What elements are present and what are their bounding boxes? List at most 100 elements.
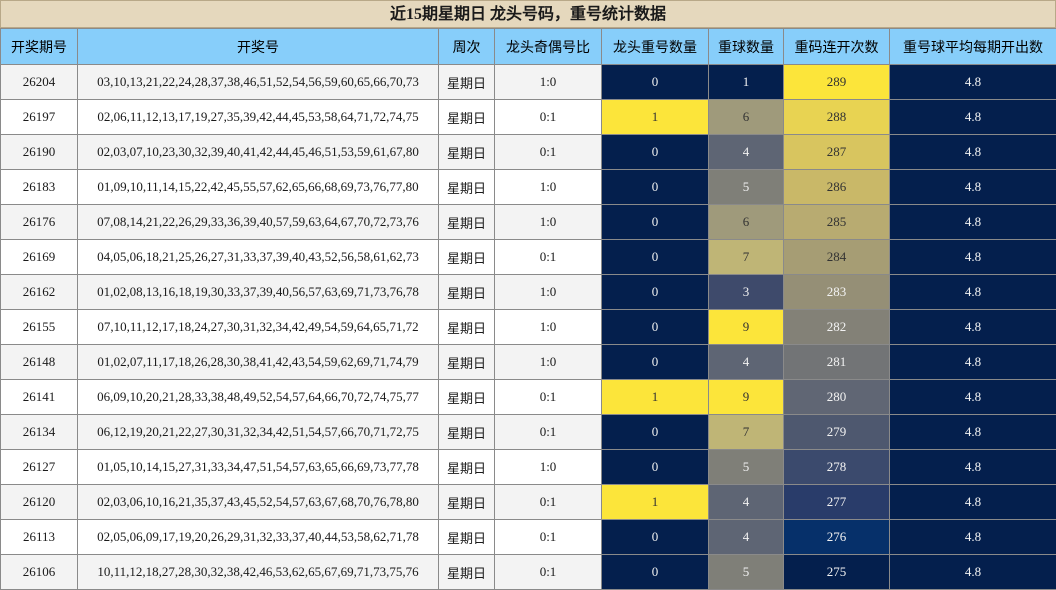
cell-repeat-balls: 4 (708, 519, 784, 555)
table-row: 26162 01,02,08,13,16,18,19,30,33,37,39,40… (0, 274, 1056, 310)
cell-head-repeat: 1 (601, 484, 709, 520)
cell-avg: 4.8 (889, 519, 1056, 555)
cell-avg: 4.8 (889, 204, 1056, 240)
cell-numbers: 01,05,10,14,15,27,31,33,34,47,51,54,57,6… (77, 449, 439, 485)
cell-head-repeat: 1 (601, 99, 709, 135)
cell-odd-even: 0:1 (494, 239, 602, 275)
cell-head-repeat: 1 (601, 379, 709, 415)
cell-odd-even: 0:1 (494, 379, 602, 415)
table-row: 26183 01,09,10,11,14,15,22,42,45,55,57,62… (0, 169, 1056, 205)
cell-weekday: 星期日 (438, 519, 495, 555)
header-repeat-balls: 重球数量 (708, 28, 784, 65)
cell-repeat-balls: 9 (708, 379, 784, 415)
cell-period: 26183 (0, 169, 78, 205)
cell-repeat-streak: 279 (783, 414, 890, 450)
cell-repeat-balls: 3 (708, 274, 784, 310)
cell-avg: 4.8 (889, 414, 1056, 450)
cell-numbers: 06,12,19,20,21,22,27,30,31,32,34,42,51,5… (77, 414, 439, 450)
cell-period: 26169 (0, 239, 78, 275)
cell-repeat-balls: 4 (708, 484, 784, 520)
cell-period: 26204 (0, 64, 78, 100)
cell-repeat-balls: 5 (708, 169, 784, 205)
cell-odd-even: 1:0 (494, 274, 602, 310)
cell-repeat-streak: 276 (783, 519, 890, 555)
cell-odd-even: 1:0 (494, 449, 602, 485)
cell-head-repeat: 0 (601, 169, 709, 205)
cell-weekday: 星期日 (438, 134, 495, 170)
cell-period: 26148 (0, 344, 78, 380)
cell-head-repeat: 0 (601, 414, 709, 450)
cell-weekday: 星期日 (438, 484, 495, 520)
cell-period: 26155 (0, 309, 78, 345)
cell-avg: 4.8 (889, 449, 1056, 485)
cell-avg: 4.8 (889, 379, 1056, 415)
cell-repeat-streak: 288 (783, 99, 890, 135)
cell-odd-even: 1:0 (494, 309, 602, 345)
cell-head-repeat: 0 (601, 554, 709, 590)
cell-numbers: 07,10,11,12,17,18,24,27,30,31,32,34,42,4… (77, 309, 439, 345)
cell-repeat-streak: 280 (783, 379, 890, 415)
cell-head-repeat: 0 (601, 309, 709, 345)
cell-period: 26134 (0, 414, 78, 450)
cell-repeat-balls: 4 (708, 344, 784, 380)
cell-weekday: 星期日 (438, 204, 495, 240)
header-repeat-streak: 重码连开次数 (783, 28, 890, 65)
cell-repeat-balls: 7 (708, 414, 784, 450)
cell-head-repeat: 0 (601, 519, 709, 555)
cell-weekday: 星期日 (438, 379, 495, 415)
cell-avg: 4.8 (889, 554, 1056, 590)
table-row: 26197 02,06,11,12,13,17,19,27,35,39,42,44… (0, 99, 1056, 135)
cell-numbers: 02,03,07,10,23,30,32,39,40,41,42,44,45,4… (77, 134, 439, 170)
cell-repeat-streak: 278 (783, 449, 890, 485)
cell-numbers: 02,05,06,09,17,19,20,26,29,31,32,33,37,4… (77, 519, 439, 555)
cell-repeat-streak: 281 (783, 344, 890, 380)
cell-avg: 4.8 (889, 99, 1056, 135)
cell-avg: 4.8 (889, 344, 1056, 380)
table-body: 26204 03,10,13,21,22,24,28,37,38,46,51,52… (0, 64, 1056, 590)
header-odd-even: 龙头奇偶号比 (494, 28, 602, 65)
cell-odd-even: 0:1 (494, 519, 602, 555)
cell-weekday: 星期日 (438, 169, 495, 205)
table-row: 26176 07,08,14,21,22,26,29,33,36,39,40,57… (0, 204, 1056, 240)
cell-repeat-streak: 282 (783, 309, 890, 345)
cell-numbers: 07,08,14,21,22,26,29,33,36,39,40,57,59,6… (77, 204, 439, 240)
cell-head-repeat: 0 (601, 64, 709, 100)
cell-repeat-balls: 7 (708, 239, 784, 275)
header-numbers: 开奖号 (77, 28, 439, 65)
header-head-repeat: 龙头重号数量 (601, 28, 709, 65)
cell-repeat-streak: 287 (783, 134, 890, 170)
header-weekday: 周次 (438, 28, 495, 65)
cell-odd-even: 1:0 (494, 204, 602, 240)
cell-weekday: 星期日 (438, 239, 495, 275)
cell-repeat-streak: 283 (783, 274, 890, 310)
table-row: 26169 04,05,06,18,21,25,26,27,31,33,37,39… (0, 239, 1056, 275)
cell-numbers: 10,11,12,18,27,28,30,32,38,42,46,53,62,6… (77, 554, 439, 590)
cell-odd-even: 0:1 (494, 414, 602, 450)
header-avg: 重号球平均每期开出数 (889, 28, 1056, 65)
table-row: 26190 02,03,07,10,23,30,32,39,40,41,42,44… (0, 134, 1056, 170)
cell-repeat-balls: 5 (708, 449, 784, 485)
table-row: 26134 06,12,19,20,21,22,27,30,31,32,34,42… (0, 414, 1056, 450)
cell-period: 26113 (0, 519, 78, 555)
cell-period: 26120 (0, 484, 78, 520)
cell-head-repeat: 0 (601, 239, 709, 275)
cell-repeat-streak: 289 (783, 64, 890, 100)
cell-weekday: 星期日 (438, 274, 495, 310)
cell-weekday: 星期日 (438, 414, 495, 450)
table-row: 26113 02,05,06,09,17,19,20,26,29,31,32,33… (0, 519, 1056, 555)
stats-table: 开奖期号 开奖号 周次 龙头奇偶号比 龙头重号数量 重球数量 重码连开次数 重号… (0, 28, 1056, 590)
cell-odd-even: 0:1 (494, 554, 602, 590)
table-row: 26127 01,05,10,14,15,27,31,33,34,47,51,54… (0, 449, 1056, 485)
cell-avg: 4.8 (889, 484, 1056, 520)
cell-repeat-balls: 1 (708, 64, 784, 100)
cell-numbers: 01,02,08,13,16,18,19,30,33,37,39,40,56,5… (77, 274, 439, 310)
cell-numbers: 01,09,10,11,14,15,22,42,45,55,57,62,65,6… (77, 169, 439, 205)
cell-head-repeat: 0 (601, 344, 709, 380)
cell-period: 26162 (0, 274, 78, 310)
cell-odd-even: 1:0 (494, 344, 602, 380)
cell-repeat-streak: 275 (783, 554, 890, 590)
cell-period: 26141 (0, 379, 78, 415)
cell-period: 26106 (0, 554, 78, 590)
cell-repeat-streak: 286 (783, 169, 890, 205)
cell-avg: 4.8 (889, 64, 1056, 100)
